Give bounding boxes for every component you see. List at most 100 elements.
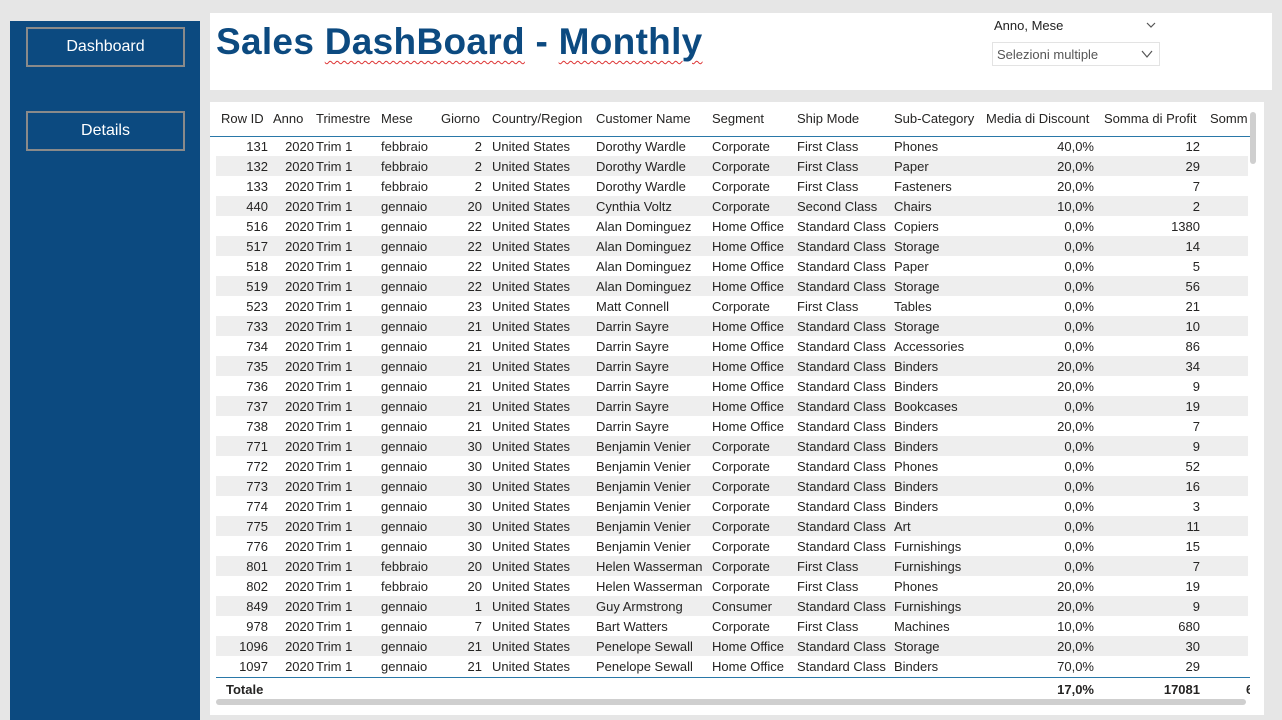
- chevron-down-icon[interactable]: [1146, 20, 1156, 30]
- vertical-scrollbar[interactable]: [1250, 112, 1256, 164]
- column-header[interactable]: Media di Discount: [986, 111, 1089, 126]
- column-header[interactable]: Anno: [273, 111, 303, 126]
- table-cell: Storage: [894, 319, 940, 334]
- table-cell: Corporate: [712, 519, 770, 534]
- table-cell: 2: [474, 179, 482, 194]
- table-cell: Binders: [894, 379, 939, 394]
- table-row[interactable]: 523 2020 Trim 1 gennaio 23 United States Matt …: [216, 296, 1248, 316]
- table-row[interactable]: 517 2020 Trim 1 gennaio 22 United States Alan …: [216, 236, 1248, 256]
- table-row[interactable]: 738 2020 Trim 1 gennaio 21 United States Darri…: [216, 416, 1248, 436]
- table-cell: 2: [1192, 199, 1200, 214]
- table-cell: gennaio: [381, 499, 428, 514]
- table-cell: United States: [492, 459, 571, 474]
- table-cell: Trim 1: [316, 299, 353, 314]
- column-header[interactable]: Sub-Category: [894, 111, 974, 126]
- table-cell: United States: [492, 299, 571, 314]
- table-row[interactable]: 735 2020 Trim 1 gennaio 21 United States Darri…: [216, 356, 1248, 376]
- table-cell: 20,0%: [1057, 379, 1094, 394]
- column-header[interactable]: Giorno: [441, 111, 480, 126]
- slicer-dropdown[interactable]: Selezioni multiple: [992, 42, 1160, 66]
- table-row[interactable]: 774 2020 Trim 1 gennaio 30 United States Benja…: [216, 496, 1248, 516]
- column-header[interactable]: Ship Mode: [797, 111, 859, 126]
- totals-label: Totale: [226, 682, 264, 697]
- table-row[interactable]: 133 2020 Trim 1 febbraio 2 United States Dorot…: [216, 176, 1248, 196]
- table-cell: 3: [1192, 499, 1200, 514]
- table-cell: First Class: [797, 559, 859, 574]
- table-cell: 21: [467, 659, 482, 674]
- table-cell: 20,0%: [1057, 579, 1094, 594]
- table-row[interactable]: 131 2020 Trim 1 febbraio 2 United States Dorot…: [216, 136, 1248, 156]
- dashboard-button[interactable]: Dashboard: [26, 27, 185, 67]
- table-cell: 30: [467, 539, 482, 554]
- table-row[interactable]: 519 2020 Trim 1 gennaio 22 United States Alan …: [216, 276, 1248, 296]
- column-header[interactable]: Trimestre: [316, 111, 370, 126]
- table-row[interactable]: 773 2020 Trim 1 gennaio 30 United States Benja…: [216, 476, 1248, 496]
- table-cell: Darrin Sayre: [596, 339, 669, 354]
- table-cell: 9: [1192, 599, 1200, 614]
- table-cell: gennaio: [381, 299, 428, 314]
- table-cell: 2020: [285, 659, 314, 674]
- table-cell: 2020: [285, 539, 314, 554]
- totals-profit: 17081: [1163, 682, 1200, 697]
- column-header[interactable]: Country/Region: [492, 111, 582, 126]
- table-cell: United States: [492, 399, 571, 414]
- table-cell: 0,0%: [1064, 439, 1094, 454]
- table-cell: 2020: [285, 199, 314, 214]
- table-cell: United States: [492, 479, 571, 494]
- table-cell: 2: [474, 139, 482, 154]
- column-header[interactable]: Somma di Profit: [1104, 111, 1196, 126]
- table-row[interactable]: 733 2020 Trim 1 gennaio 21 United States Darri…: [216, 316, 1248, 336]
- table-row[interactable]: 802 2020 Trim 1 febbraio 20 United States Hele…: [216, 576, 1248, 596]
- table-cell: United States: [492, 559, 571, 574]
- table-row[interactable]: 1097 2020 Trim 1 gennaio 21 United States Pene…: [216, 656, 1248, 676]
- details-button[interactable]: Details: [26, 111, 185, 151]
- table-cell: gennaio: [381, 539, 428, 554]
- table-cell: Trim 1: [316, 359, 353, 374]
- table-cell: Paper: [894, 259, 929, 274]
- table-cell: Standard Class: [797, 339, 886, 354]
- table-cell: 2020: [285, 619, 314, 634]
- horizontal-scrollbar[interactable]: [216, 699, 1246, 705]
- table-row[interactable]: 801 2020 Trim 1 febbraio 20 United States Hele…: [216, 556, 1248, 576]
- table-cell: Corporate: [712, 199, 770, 214]
- table-cell: 30: [467, 499, 482, 514]
- table-row[interactable]: 516 2020 Trim 1 gennaio 22 United States Alan …: [216, 216, 1248, 236]
- column-header[interactable]: Segment: [712, 111, 764, 126]
- table-row[interactable]: 736 2020 Trim 1 gennaio 21 United States Darri…: [216, 376, 1248, 396]
- table-row[interactable]: 775 2020 Trim 1 gennaio 30 United States Benja…: [216, 516, 1248, 536]
- table-row[interactable]: 737 2020 Trim 1 gennaio 21 United States Darri…: [216, 396, 1248, 416]
- table-row[interactable]: 978 2020 Trim 1 gennaio 7 United States Bart W…: [216, 616, 1248, 636]
- table-row[interactable]: 132 2020 Trim 1 febbraio 2 United States Dorot…: [216, 156, 1248, 176]
- table-row[interactable]: 776 2020 Trim 1 gennaio 30 United States Benja…: [216, 536, 1248, 556]
- table-row[interactable]: 440 2020 Trim 1 gennaio 20 United States Cynth…: [216, 196, 1248, 216]
- table-cell: First Class: [797, 619, 859, 634]
- table-cell: Home Office: [712, 399, 785, 414]
- table-row[interactable]: 849 2020 Trim 1 gennaio 1 United States Guy Ar…: [216, 596, 1248, 616]
- table-cell: Trim 1: [316, 419, 353, 434]
- table-cell: 20,0%: [1057, 179, 1094, 194]
- table-cell: 10,0%: [1057, 199, 1094, 214]
- table-row[interactable]: 518 2020 Trim 1 gennaio 22 United States Alan …: [216, 256, 1248, 276]
- column-header[interactable]: Somm: [1210, 111, 1248, 126]
- table-cell: Corporate: [712, 539, 770, 554]
- table-cell: 1: [474, 599, 482, 614]
- table-cell: Benjamin Venier: [596, 539, 691, 554]
- table-cell: Binders: [894, 479, 939, 494]
- table-cell: 12: [1185, 139, 1200, 154]
- table-cell: Home Office: [712, 419, 785, 434]
- table-cell: 775: [246, 519, 268, 534]
- column-header[interactable]: Mese: [381, 111, 413, 126]
- table-row[interactable]: 771 2020 Trim 1 gennaio 30 United States Benja…: [216, 436, 1248, 456]
- column-header[interactable]: Customer Name: [596, 111, 691, 126]
- table-row[interactable]: 1096 2020 Trim 1 gennaio 21 United States Pene…: [216, 636, 1248, 656]
- table-row[interactable]: 772 2020 Trim 1 gennaio 30 United States Benja…: [216, 456, 1248, 476]
- table-row[interactable]: 734 2020 Trim 1 gennaio 21 United States Darri…: [216, 336, 1248, 356]
- column-header[interactable]: Row ID: [221, 111, 264, 126]
- table-cell: 21: [467, 359, 482, 374]
- table-cell: Binders: [894, 439, 939, 454]
- table-cell: 21: [467, 399, 482, 414]
- table-cell: Storage: [894, 639, 940, 654]
- table-cell: 7: [1192, 419, 1200, 434]
- table-cell: gennaio: [381, 479, 428, 494]
- table-cell: Home Office: [712, 279, 785, 294]
